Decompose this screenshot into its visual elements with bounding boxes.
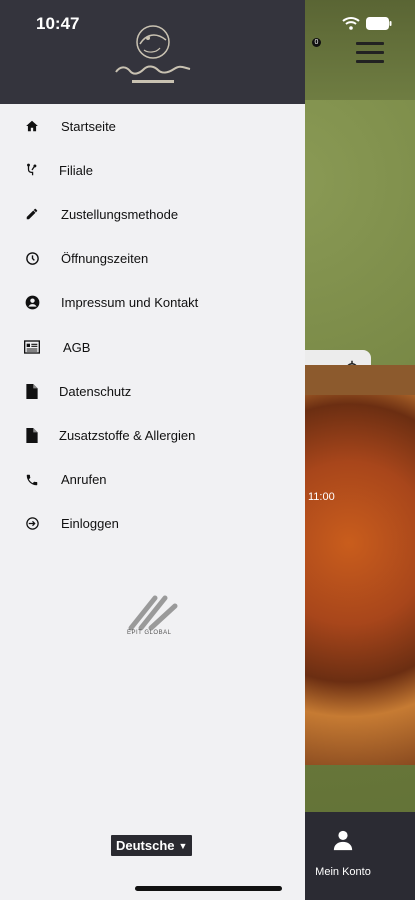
phone-icon — [24, 472, 40, 488]
clock-icon — [24, 251, 40, 267]
person-icon[interactable] — [332, 828, 354, 852]
file-icon — [24, 383, 40, 399]
epit-global-text: EPIT GLOBAL — [127, 630, 172, 636]
menu-item-zusatzstoffe-allergien[interactable]: Zusatzstoffe & Allergien — [0, 413, 305, 457]
menu-item-oeffnungszeiten[interactable]: Öffnungszeiten — [0, 237, 305, 281]
drawer-menu: Startseite Filiale Zustellungsmethode Öf… — [0, 104, 305, 546]
menu-item-datenschutz[interactable]: Datenschutz — [0, 369, 305, 413]
pizza-board-image — [305, 365, 415, 395]
account-circle-icon — [24, 295, 40, 311]
menu-item-label: Impressum und Kontakt — [61, 295, 199, 311]
language-label: Deutsche — [116, 838, 175, 853]
caret-down-icon: ▼ — [178, 840, 188, 851]
menu-item-einloggen[interactable]: Einloggen — [0, 502, 305, 546]
wifi-icon — [342, 17, 360, 30]
menu-item-filiale[interactable]: Filiale — [0, 148, 305, 192]
restaurant-logo — [115, 25, 191, 83]
battery-icon — [366, 16, 392, 30]
time-badge: 11:00 — [308, 491, 335, 503]
menu-item-startseite[interactable]: Startseite — [0, 104, 305, 148]
account-nav-label[interactable]: Mein Konto — [305, 866, 381, 878]
cart-count-badge: 0 — [312, 38, 321, 47]
menu-item-label: Zustellungsmethode — [61, 206, 179, 222]
document-list-icon — [24, 339, 40, 355]
menu-item-impressum-kontakt[interactable]: Impressum und Kontakt — [0, 281, 305, 325]
language-select[interactable]: Deutsche ▼ — [111, 835, 193, 856]
home-icon — [24, 118, 40, 134]
menu-item-label: Datenschutz — [59, 383, 132, 399]
pizza-image — [305, 395, 415, 765]
menu-item-zustellungsmethode[interactable]: Zustellungsmethode — [0, 192, 305, 236]
menu-item-label: Filiale — [59, 162, 93, 178]
menu-item-label: Anrufen — [61, 472, 107, 488]
home-indicator — [135, 886, 282, 891]
menu-item-anrufen[interactable]: Anrufen — [0, 458, 305, 502]
branch-icon — [24, 162, 40, 178]
login-icon — [24, 516, 40, 532]
file-icon — [24, 427, 40, 443]
pencil-icon — [24, 206, 40, 222]
menu-item-agb[interactable]: AGB — [0, 325, 305, 369]
menu-item-label: Zusatzstoffe & Allergien — [59, 427, 196, 443]
status-time: 10:47 — [36, 14, 80, 33]
navigation-drawer: Startseite Filiale Zustellungsmethode Öf… — [0, 0, 305, 900]
status-icons — [342, 16, 392, 30]
bottom-navigation — [305, 812, 415, 900]
menu-item-label: Einloggen — [61, 516, 119, 532]
menu-item-label: Öffnungszeiten — [61, 251, 149, 267]
menu-item-label: AGB — [63, 339, 91, 355]
menu-item-label: Startseite — [61, 118, 116, 134]
hamburger-menu-icon[interactable] — [356, 42, 384, 64]
